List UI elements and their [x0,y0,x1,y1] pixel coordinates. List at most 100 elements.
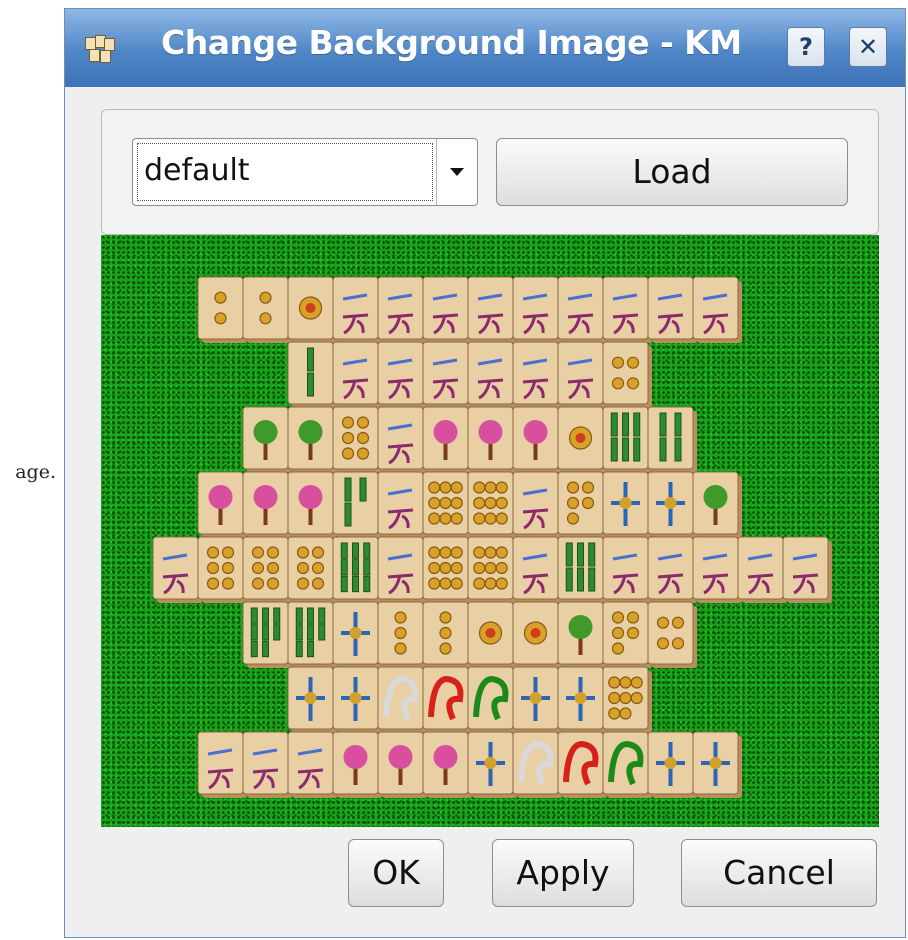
mahjongg-tile [287,731,337,798]
mahjongg-tile [692,731,742,798]
mahjongg-tile [557,406,607,473]
mahjongg-tile [332,731,382,798]
mahjongg-tile [557,276,607,343]
kmahjongg-app-icon [85,35,115,63]
mahjongg-tile [422,601,472,668]
help-button[interactable]: ? [787,27,825,67]
apply-button[interactable]: Apply [492,839,634,907]
close-button[interactable]: ✕ [849,27,887,67]
mahjongg-tile [602,666,652,733]
background-combobox[interactable]: default [132,138,478,206]
mahjongg-tile [467,471,517,538]
mahjongg-tile [602,536,652,603]
mahjongg-tile [512,601,562,668]
mahjongg-tile [467,276,517,343]
mahjongg-tile [557,341,607,408]
mahjongg-tile [647,276,697,343]
background-selection-group: default Load [101,109,879,235]
mahjongg-tile [242,731,292,798]
mahjongg-tile [557,536,607,603]
mahjongg-tile [467,601,517,668]
mahjongg-tile [557,666,607,733]
mahjongg-tile [512,341,562,408]
mahjongg-tile [602,341,652,408]
mahjongg-tile [287,406,337,473]
chevron-down-icon[interactable] [436,139,477,205]
mahjongg-tile [557,601,607,668]
mahjongg-tile [197,471,247,538]
change-background-dialog: Change Background Image - KM ? ✕ default… [64,8,906,938]
mahjongg-tile [692,471,742,538]
mahjongg-tile [377,471,427,538]
mahjongg-tile [377,666,427,733]
mahjongg-tile [467,536,517,603]
background-text-fragment: age. [15,461,56,483]
ok-button[interactable]: OK [348,839,444,907]
mahjongg-tile [287,666,337,733]
mahjongg-tile [467,341,517,408]
background-combobox-value: default [137,143,433,201]
mahjongg-tile [332,406,382,473]
mahjongg-tile [242,276,292,343]
cancel-button[interactable]: Cancel [681,839,877,907]
mahjongg-tile [512,406,562,473]
mahjongg-tile [512,471,562,538]
title-bar[interactable]: Change Background Image - KM ? ✕ [65,9,905,87]
mahjongg-tile [332,276,382,343]
mahjongg-tile [287,536,337,603]
mahjongg-tile [242,536,292,603]
mahjongg-tile [377,601,427,668]
mahjongg-tile [422,666,472,733]
mahjongg-tile [332,601,382,668]
mahjongg-tile [287,276,337,343]
mahjongg-tile [422,341,472,408]
load-button[interactable]: Load [496,138,848,206]
mahjongg-tile [512,276,562,343]
mahjongg-tile [332,536,382,603]
mahjongg-tile [422,731,472,798]
mahjongg-tile [242,601,292,668]
cancel-button-label: Cancel [723,853,835,892]
load-button-label: Load [632,152,712,191]
mahjongg-tile [197,276,247,343]
mahjongg-tile [377,276,427,343]
mahjongg-tile [242,471,292,538]
mahjongg-tile [197,731,247,798]
mahjongg-tile [332,341,382,408]
mahjongg-tile [152,536,202,603]
mahjongg-tile [602,276,652,343]
mahjongg-tile [512,536,562,603]
mahjongg-tile [197,536,247,603]
mahjongg-tile [422,406,472,473]
mahjongg-tile [377,406,427,473]
mahjongg-tile [602,601,652,668]
mahjongg-tile [377,341,427,408]
mahjongg-tile [422,276,472,343]
mahjongg-tile [602,731,652,798]
mahjongg-tile [647,406,697,473]
mahjongg-tile [377,731,427,798]
mahjongg-tile [647,731,697,798]
mahjongg-tile [287,341,337,408]
mahjongg-tile [332,666,382,733]
mahjongg-tile [692,276,742,343]
mahjongg-tile [737,536,787,603]
apply-button-label: Apply [516,853,610,892]
mahjongg-tile [512,731,562,798]
mahjongg-tile [647,601,697,668]
mahjongg-tile [287,471,337,538]
mahjongg-tile [647,471,697,538]
mahjongg-layout-preview [152,276,832,798]
mahjongg-tile [467,406,517,473]
mahjongg-tile [602,471,652,538]
mahjongg-tile [647,536,697,603]
mahjongg-tile [512,666,562,733]
mahjongg-tile [602,406,652,473]
mahjongg-tile [692,536,742,603]
mahjongg-tile [422,536,472,603]
mahjongg-tile [422,471,472,538]
mahjongg-tile [557,731,607,798]
mahjongg-tile [287,601,337,668]
mahjongg-tile [377,536,427,603]
ok-button-label: OK [372,853,420,892]
